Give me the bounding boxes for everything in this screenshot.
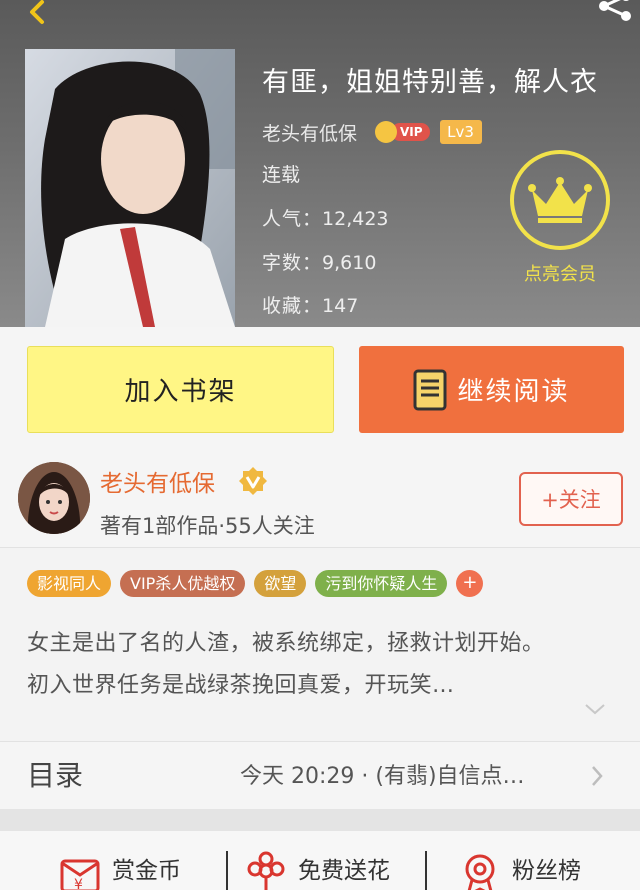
level-badge: Lv3: [439, 120, 482, 144]
action-bar: 加入书架 继续阅读: [0, 327, 640, 452]
author-section: 老头有低保 著有1部作品·55人关注 +关注: [0, 452, 640, 548]
chevron-right-icon: [592, 766, 603, 786]
fans-label: 粉丝榜: [512, 858, 581, 884]
add-to-shelf-label: 加入书架: [124, 377, 237, 407]
continue-reading-label: 继续阅读: [457, 377, 570, 407]
vip-badge: VIP: [375, 121, 430, 143]
svg-text:¥: ¥: [74, 877, 83, 890]
book-header: 有匪，姐姐特别善，解人衣 老头有低保 VIP Lv3 连载 人气：12,423 …: [0, 0, 640, 327]
vip-crown-icon: [375, 121, 398, 143]
book-title: 有匪，姐姐特别善，解人衣: [262, 67, 598, 98]
expand-chevron-icon[interactable]: [584, 702, 606, 716]
book-icon: [413, 369, 447, 410]
description-line-1: 女主是出了名的人渣，被系统绑定，拯救计划开始。: [27, 631, 545, 656]
author-name-link[interactable]: 老头有低保: [100, 464, 215, 498]
popularity-label: 人气：: [262, 208, 323, 230]
tag-3[interactable]: 污到你怀疑人生: [315, 569, 448, 597]
reward-envelope-icon: ¥: [60, 859, 100, 890]
popularity-value: 12,423: [322, 208, 389, 230]
fans-ranking-button[interactable]: 粉丝榜: [458, 849, 581, 890]
back-arrow-icon[interactable]: [12, 0, 52, 30]
book-status: 连载: [262, 164, 301, 186]
words-label: 字数：: [262, 252, 323, 274]
divider: [226, 851, 228, 890]
verified-v-icon: [239, 467, 267, 495]
tag-list: 影视同人 VIP杀人优越权 欲望 污到你怀疑人生 +: [27, 569, 484, 597]
reward-coins-button[interactable]: ¥ 赏金币: [58, 849, 181, 890]
crown-icon: [528, 177, 592, 223]
catalog-row[interactable]: 目录 今天 20:29 · (有翡)自信点…: [0, 741, 640, 809]
divider: [425, 851, 427, 890]
book-description[interactable]: 女主是出了名的人渣，被系统绑定，拯救计划开始。 初入世界任务是战绿茶挽回真爱，开…: [27, 623, 627, 707]
follow-label: +关注: [541, 488, 601, 512]
reward-label: 赏金币: [112, 858, 181, 884]
free-flower-button[interactable]: 免费送花: [244, 849, 390, 890]
add-tag-button[interactable]: +: [456, 569, 484, 597]
catalog-label: 目录: [27, 759, 84, 792]
feature-bar: ¥ 赏金币 免费送花 粉丝榜: [0, 831, 640, 890]
follow-button[interactable]: +关注: [519, 472, 623, 526]
member-label[interactable]: 点亮会员: [500, 260, 620, 286]
tag-0[interactable]: 影视同人: [27, 569, 112, 597]
continue-reading-button[interactable]: 继续阅读: [359, 346, 624, 433]
member-crown-button[interactable]: [510, 150, 610, 250]
author-meta: 著有1部作品·55人关注: [100, 514, 315, 538]
flower-label: 免费送花: [298, 858, 390, 884]
flower-icon: [247, 851, 285, 890]
book-cover-image[interactable]: [25, 49, 235, 327]
author-row: 老头有低保 VIP Lv3: [262, 117, 482, 147]
words-value: 9,610: [322, 252, 377, 274]
share-icon[interactable]: [590, 0, 640, 22]
add-to-shelf-button[interactable]: 加入书架: [27, 346, 334, 433]
favorites-label: 收藏：: [262, 295, 323, 317]
favorites-stat: 收藏：147: [262, 291, 358, 318]
favorites-value: 147: [322, 295, 359, 317]
latest-chapter: 今天 20:29 · (有翡)自信点…: [240, 764, 525, 789]
description-line-2: 初入世界任务是战绿茶挽回真爱，开玩笑…: [27, 673, 455, 698]
popularity-stat: 人气：12,423: [262, 204, 389, 231]
word-count-stat: 字数：9,610: [262, 248, 376, 275]
author-name[interactable]: 老头有低保: [262, 119, 357, 146]
section-divider: [0, 809, 640, 831]
tag-2[interactable]: 欲望: [254, 569, 307, 597]
medal-icon: [465, 854, 495, 890]
author-avatar[interactable]: [18, 462, 90, 534]
tag-1[interactable]: VIP杀人优越权: [120, 569, 246, 597]
